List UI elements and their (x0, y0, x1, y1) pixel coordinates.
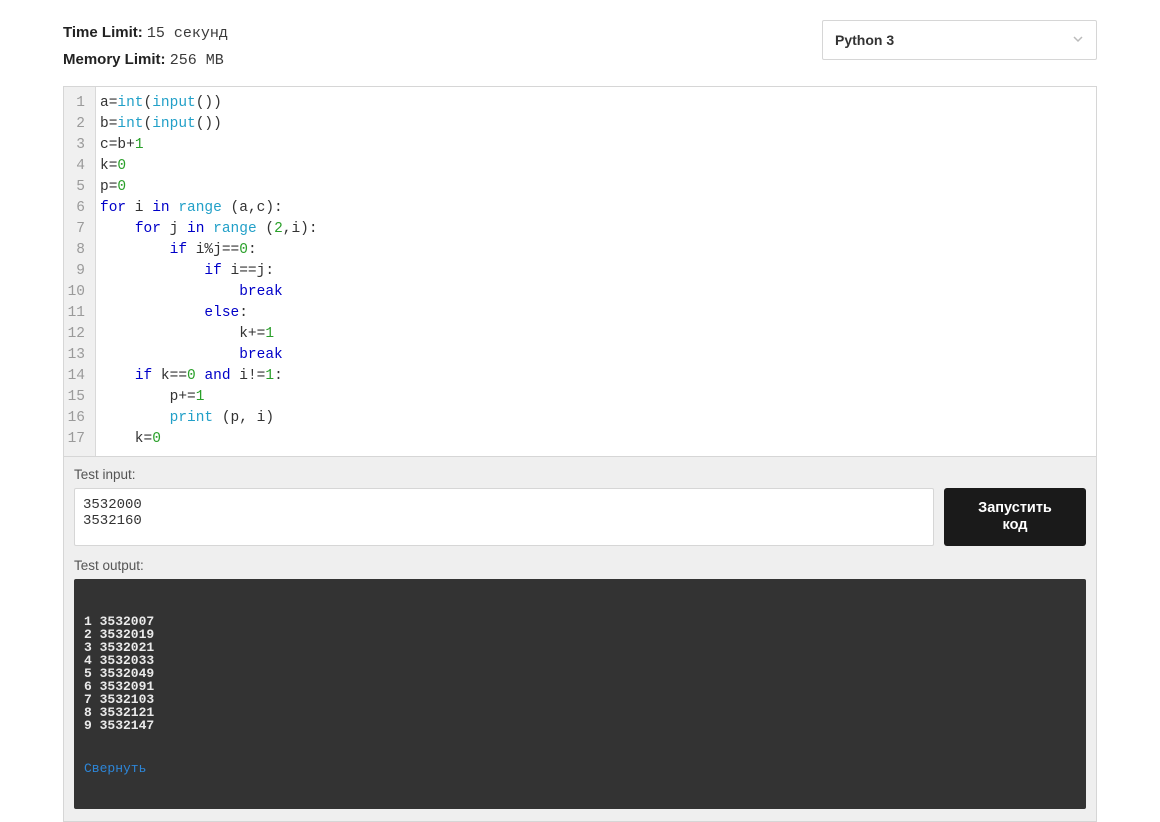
test-input-row: Запуститькод (74, 488, 1086, 546)
time-limit-value: 15 секунд (147, 25, 228, 42)
language-select[interactable]: Python 3 (822, 20, 1097, 60)
line-number: 5 (64, 177, 89, 198)
line-number: 10 (64, 282, 89, 303)
line-number: 7 (64, 219, 89, 240)
language-selected: Python 3 (835, 32, 894, 48)
line-number: 6 (64, 198, 89, 219)
code-area[interactable]: a=int(input()) b=int(input()) c=b+1 k=0 … (96, 87, 322, 456)
line-number: 11 (64, 303, 89, 324)
line-number: 4 (64, 156, 89, 177)
line-number: 15 (64, 387, 89, 408)
memory-limit-value: 256 MB (170, 52, 224, 69)
main-panel: 1234567891011121314151617 a=int(input())… (63, 86, 1097, 822)
limits-block: Time Limit: 15 секунд Memory Limit: 256 … (63, 20, 228, 74)
line-number: 13 (64, 345, 89, 366)
line-number: 14 (64, 366, 89, 387)
header-row: Time Limit: 15 секунд Memory Limit: 256 … (63, 20, 1097, 74)
line-number: 3 (64, 135, 89, 156)
line-number-gutter: 1234567891011121314151617 (64, 87, 96, 456)
time-limit-label: Time Limit: (63, 24, 143, 41)
memory-limit-label: Memory Limit: (63, 51, 166, 68)
line-number: 9 (64, 261, 89, 282)
chevron-down-icon (1072, 33, 1084, 48)
test-output-label: Test output: (74, 558, 1086, 573)
line-number: 1 (64, 93, 89, 114)
test-input-label: Test input: (74, 467, 1086, 482)
test-output-text: 1 35320072 35320193 35320214 35320335 35… (84, 615, 1076, 732)
time-limit-row: Time Limit: 15 секунд (63, 20, 228, 47)
test-input[interactable] (74, 488, 934, 546)
collapse-link[interactable]: Свернуть (84, 762, 1076, 775)
page-container: Time Limit: 15 секунд Memory Limit: 256 … (0, 0, 1160, 822)
code-editor[interactable]: 1234567891011121314151617 a=int(input())… (64, 87, 1096, 456)
line-number: 17 (64, 429, 89, 450)
line-number: 12 (64, 324, 89, 345)
line-number: 8 (64, 240, 89, 261)
line-number: 16 (64, 408, 89, 429)
run-button[interactable]: Запуститькод (944, 488, 1086, 546)
line-number: 2 (64, 114, 89, 135)
memory-limit-row: Memory Limit: 256 MB (63, 47, 228, 74)
test-block: Test input: Запуститькод Test output: 1 … (64, 456, 1096, 821)
test-output: 1 35320072 35320193 35320214 35320335 35… (74, 579, 1086, 809)
